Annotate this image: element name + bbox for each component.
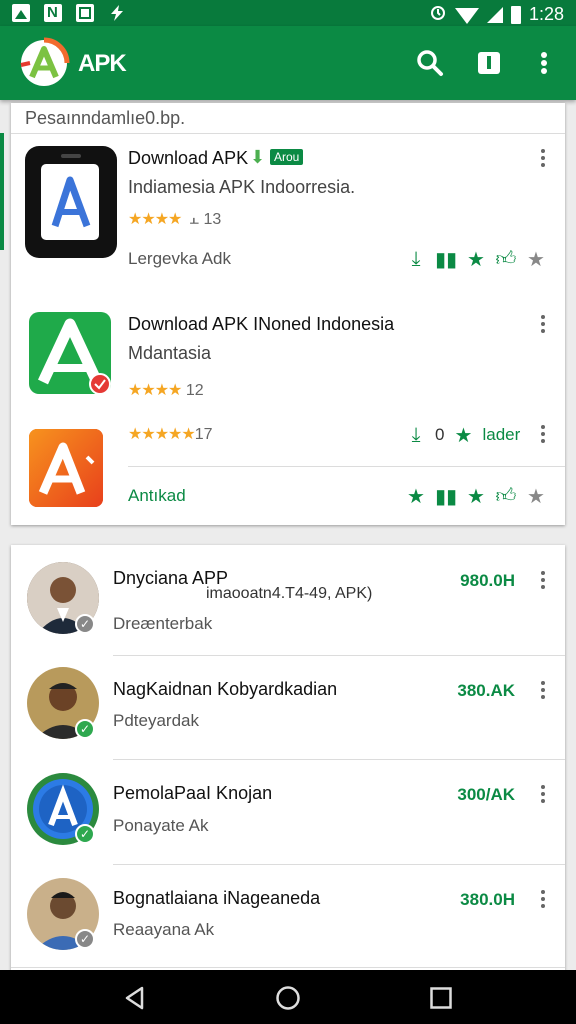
item-menu-button[interactable] [539, 315, 547, 337]
item-subtitle: Ponayate Ak [113, 816, 209, 835]
badge: Arou [270, 149, 304, 165]
divider [11, 133, 565, 134]
item-extra: imaooatn4.T4-49, APK) [206, 585, 373, 602]
action-label[interactable]: lader [478, 425, 524, 445]
featured-card: Pesaınndamlıe0.bp. Download APK ⬇ Arou I… [11, 103, 565, 525]
developer: Lergevka Adk [128, 249, 232, 268]
search-icon [417, 50, 443, 76]
item-name: NagKaidnan Kobyardkadian [113, 679, 338, 699]
star-icon[interactable]: ★ [401, 484, 431, 508]
app-name: Download APK INoned Indonesia [128, 314, 395, 334]
item-name: Bognatlaiana iNageaneda [113, 888, 321, 908]
app-subtitle: Indiamesia APK Indoorresia. [128, 177, 356, 197]
book-icon [478, 52, 500, 74]
install-icon[interactable]: ⤓ [401, 423, 431, 447]
item-menu-button[interactable] [539, 425, 547, 447]
item-name: PemolaPaaI Knojan [113, 783, 273, 803]
like-icon[interactable]: 👍︎ [491, 247, 521, 271]
like-icon[interactable]: 👍︎ [491, 484, 521, 508]
action-row: ⤓ 0 ★ lader [401, 423, 524, 447]
star-icon[interactable]: ★ [461, 247, 491, 271]
rating: ★★★★ 12 [128, 382, 204, 399]
recents-icon[interactable] [428, 985, 454, 1011]
app-name: Download APK [128, 148, 249, 168]
flash-icon [108, 4, 126, 22]
action-row: ⤓ ▮▮ ★ 👍︎ ★ [401, 247, 551, 271]
item-menu-button[interactable] [539, 681, 547, 703]
status-bar: 1:28 [0, 0, 576, 26]
star-icon[interactable]: ★ [448, 423, 478, 447]
item-menu-button[interactable] [539, 785, 547, 807]
green-a-icon [29, 312, 111, 394]
star-icon[interactable]: ★ [461, 484, 491, 508]
divider [11, 967, 565, 968]
item-subtitle: Reaayana Ak [113, 920, 215, 939]
search-button[interactable] [414, 47, 446, 79]
overflow-menu-button[interactable] [528, 47, 560, 79]
rating: ★★★★ ⫠ 13 [128, 211, 222, 228]
favorite-icon[interactable]: ★ [521, 247, 551, 271]
app-subtitle: Mdantasia [128, 343, 212, 363]
item-subtitle: Dreænterbak [113, 614, 213, 633]
home-icon[interactable] [275, 985, 301, 1011]
price: 980.0H [460, 571, 515, 590]
price: 380.0H [460, 890, 515, 909]
clock: 1:28 [528, 4, 564, 24]
app-bar: APK [0, 26, 576, 100]
check-icon: ✓ [75, 824, 95, 844]
n-icon [44, 4, 62, 22]
count: 0 [435, 425, 445, 444]
app-list-card: ✓ Dnyciana APP imaooatn4.T4-49, APK) Dre… [11, 545, 565, 975]
more-vert-icon [541, 52, 547, 74]
developer[interactable]: Antıkad [128, 486, 186, 506]
rating: ★★★★★17 [128, 426, 213, 443]
alarm-icon [429, 3, 447, 26]
phone-a-icon [25, 146, 117, 258]
download-arrow-icon: ⬇ [250, 147, 266, 167]
library-button[interactable] [473, 47, 505, 79]
stats-icon[interactable]: ▮▮ [431, 247, 461, 271]
wifi-icon [454, 7, 479, 24]
divider [113, 759, 565, 760]
check-icon: ✓ [75, 719, 95, 739]
stats-icon[interactable]: ▮▮ [431, 484, 461, 508]
check-icon: ✓ [75, 929, 95, 949]
item-menu-button[interactable] [539, 149, 547, 171]
favorite-icon[interactable]: ★ [521, 484, 551, 508]
item-subtitle: Pdteyardak [113, 711, 199, 730]
back-icon[interactable] [122, 985, 148, 1011]
orange-a-icon [29, 429, 103, 507]
section-title: Pesaınndamlıe0.bp. [25, 108, 186, 128]
item-menu-button[interactable] [539, 571, 547, 593]
box-icon [76, 4, 94, 22]
divider [128, 466, 565, 467]
check-icon: ✓ [75, 614, 95, 634]
price: 380.AK [457, 681, 515, 700]
item-menu-button[interactable] [539, 890, 547, 912]
gallery-icon [12, 4, 30, 22]
signal-icon [486, 6, 503, 23]
navigation-bar [0, 970, 576, 1024]
app-title: APK [78, 50, 127, 77]
apk-logo-icon [20, 37, 70, 86]
divider [113, 655, 565, 656]
side-accent [0, 133, 4, 250]
divider [113, 864, 565, 865]
battery-icon [510, 5, 521, 24]
action-row: ★ ▮▮ ★ 👍︎ ★ [401, 484, 551, 508]
price: 300/AK [457, 785, 515, 804]
install-icon[interactable]: ⤓ [401, 247, 431, 271]
